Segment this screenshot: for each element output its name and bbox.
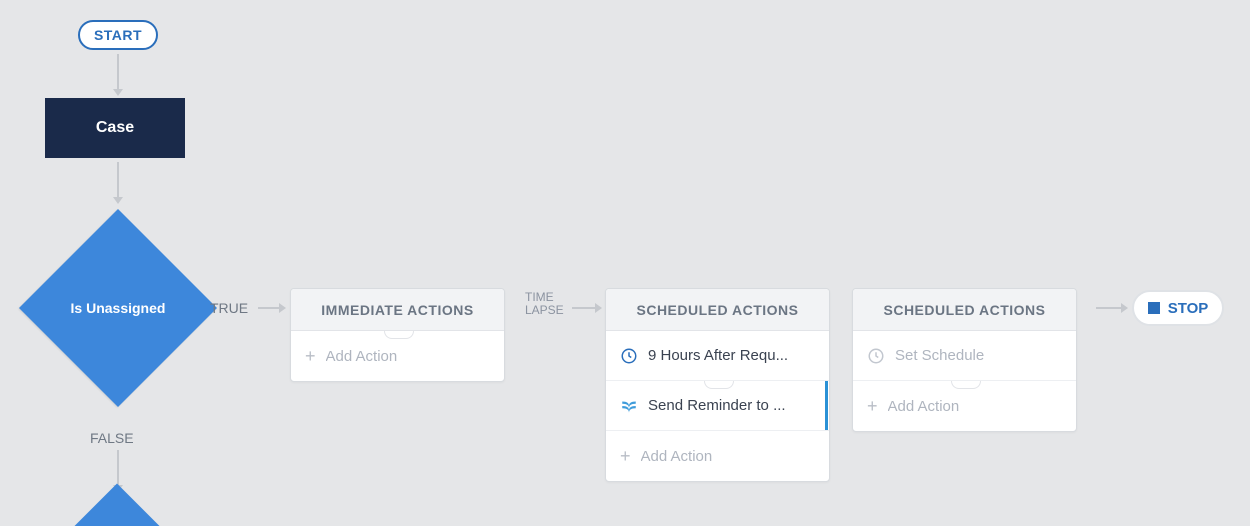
selected-indicator xyxy=(825,381,828,430)
arrow-right-icon xyxy=(1096,307,1122,309)
panel-title: IMMEDIATE ACTIONS xyxy=(321,302,473,318)
clock-icon xyxy=(620,347,638,365)
add-action-row[interactable]: + Add Action xyxy=(606,431,829,481)
plus-icon: + xyxy=(867,396,878,417)
panel-header: SCHEDULED ACTIONS xyxy=(606,289,829,331)
branch-true-label: TRUE xyxy=(210,300,248,316)
immediate-actions-panel: IMMEDIATE ACTIONS + Add Action xyxy=(290,288,505,382)
process-canvas: { "start": { "label": "START" }, "object… xyxy=(0,0,1250,526)
plus-icon: + xyxy=(305,346,316,367)
arrow-down-icon xyxy=(117,450,119,486)
panel-header: IMMEDIATE ACTIONS xyxy=(291,289,504,331)
schedule-item-label: 9 Hours After Requ... xyxy=(648,347,815,364)
panel-title: SCHEDULED ACTIONS xyxy=(637,302,799,318)
arrow-right-icon xyxy=(572,307,596,309)
branch-false-label: FALSE xyxy=(90,430,134,446)
panel-title: SCHEDULED ACTIONS xyxy=(884,302,1046,318)
panel-header: SCHEDULED ACTIONS xyxy=(853,289,1076,331)
clock-icon xyxy=(867,347,885,365)
object-node-case[interactable]: Case xyxy=(45,98,185,158)
arrow-down-icon xyxy=(117,54,119,90)
add-action-label: Add Action xyxy=(641,448,815,465)
add-action-row[interactable]: + Add Action xyxy=(853,381,1076,431)
start-node[interactable]: START xyxy=(78,20,158,50)
add-action-label: Add Action xyxy=(326,348,490,365)
arrow-down-icon xyxy=(117,162,119,198)
action-row[interactable]: Send Reminder to ... xyxy=(606,381,829,431)
plus-icon: + xyxy=(620,446,631,467)
scheduled-actions-panel-1: SCHEDULED ACTIONS 9 Hours After Requ... … xyxy=(605,288,830,482)
stop-label: STOP xyxy=(1168,300,1209,317)
arrow-right-icon xyxy=(258,307,280,309)
add-action-label: Add Action xyxy=(888,398,1062,415)
stop-node[interactable]: STOP xyxy=(1132,290,1224,326)
time-lapse-bottom: LAPSE xyxy=(525,304,564,317)
object-node-label: Case xyxy=(96,119,134,137)
set-schedule-row[interactable]: Set Schedule xyxy=(853,331,1076,381)
schedule-row[interactable]: 9 Hours After Requ... xyxy=(606,331,829,381)
stop-icon xyxy=(1148,302,1160,314)
decision-node[interactable] xyxy=(68,484,167,526)
scheduled-actions-panel-2: SCHEDULED ACTIONS Set Schedule + Add Act… xyxy=(852,288,1077,432)
add-action-row[interactable]: + Add Action xyxy=(291,331,504,381)
time-lapse-label: TIME LAPSE xyxy=(525,291,564,317)
decision-node[interactable] xyxy=(19,209,217,407)
action-item-label: Send Reminder to ... xyxy=(648,397,815,414)
flow-action-icon xyxy=(620,397,638,415)
start-label: START xyxy=(94,27,142,43)
set-schedule-label: Set Schedule xyxy=(895,347,1062,364)
